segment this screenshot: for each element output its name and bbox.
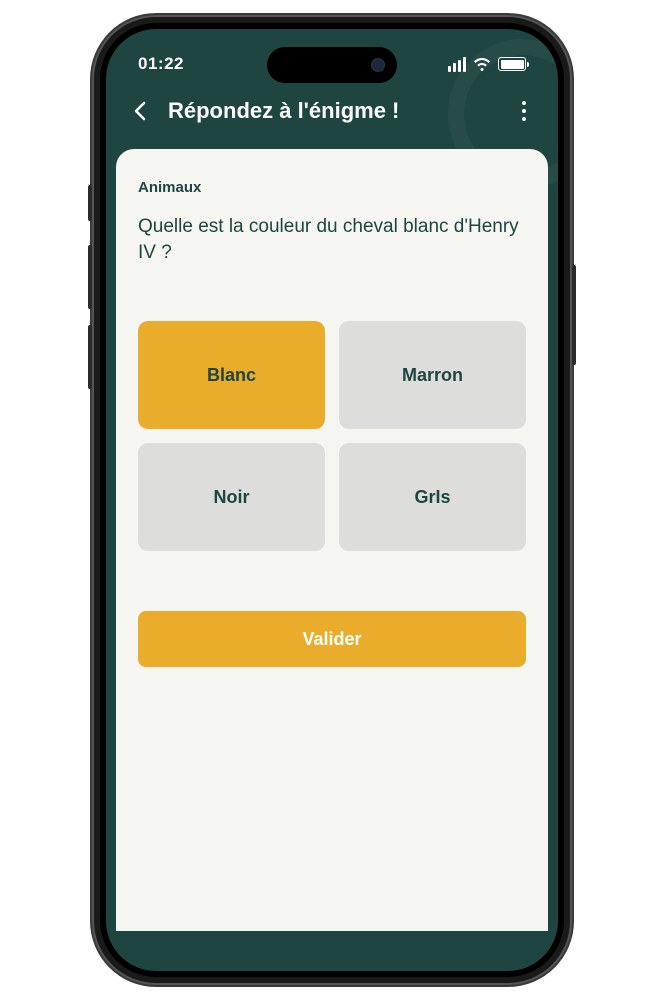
more-options-button[interactable] (510, 97, 538, 125)
option-4[interactable]: GrIs (339, 443, 526, 551)
back-button[interactable] (126, 97, 154, 125)
chevron-left-icon (134, 101, 146, 121)
wifi-icon (473, 58, 491, 71)
dynamic-island (267, 47, 397, 83)
status-time: 01:22 (138, 54, 184, 74)
dot-icon (522, 101, 526, 105)
phone-volume-up (88, 245, 92, 309)
cellular-signal-icon (448, 57, 466, 72)
page-title: Répondez à l'énigme ! (168, 98, 510, 124)
option-label: Marron (402, 365, 463, 386)
dot-icon (522, 109, 526, 113)
options-grid: Blanc Marron Noir GrIs (138, 321, 526, 551)
phone-mute-switch (88, 185, 92, 221)
phone-power-button (572, 265, 576, 365)
front-camera (371, 58, 385, 72)
option-label: GrIs (414, 487, 450, 508)
phone-volume-down (88, 325, 92, 389)
option-3[interactable]: Noir (138, 443, 325, 551)
validate-label: Valider (302, 629, 361, 649)
validate-button[interactable]: Valider (138, 611, 526, 667)
quiz-card: Animaux Quelle est la couleur du cheval … (116, 149, 548, 931)
dot-icon (522, 117, 526, 121)
battery-icon (498, 57, 526, 71)
option-label: Blanc (207, 365, 256, 386)
status-indicators (448, 57, 526, 72)
option-1[interactable]: Blanc (138, 321, 325, 429)
phone-frame: 01:22 (92, 15, 572, 985)
screen: 01:22 (106, 29, 558, 971)
quiz-category: Animaux (138, 179, 526, 196)
option-2[interactable]: Marron (339, 321, 526, 429)
option-label: Noir (214, 487, 250, 508)
app-header: Répondez à l'énigme ! (106, 85, 558, 149)
quiz-question: Quelle est la couleur du cheval blanc d'… (138, 214, 526, 265)
